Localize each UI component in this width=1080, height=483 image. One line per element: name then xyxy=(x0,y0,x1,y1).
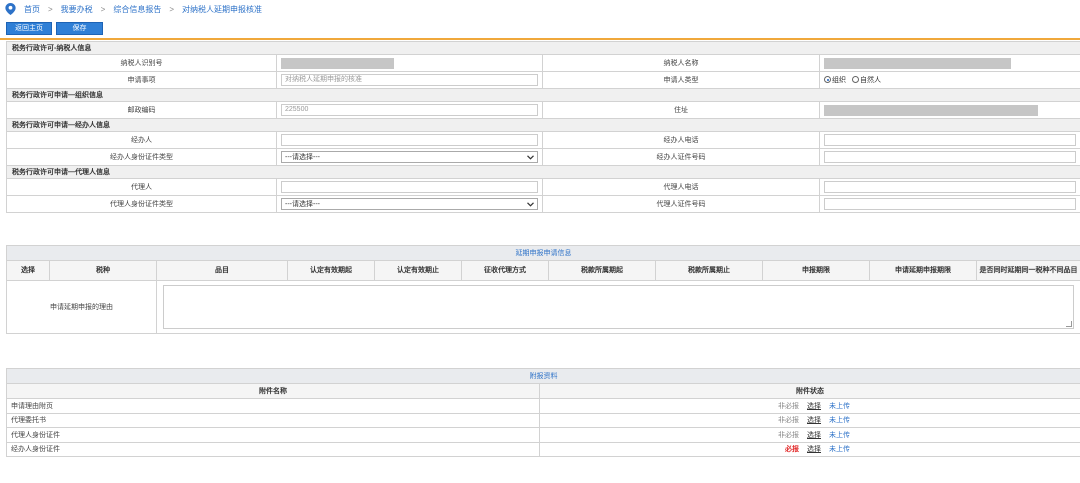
agent-label: 代理人 xyxy=(6,178,277,196)
upload-status: 未上传 xyxy=(829,431,850,439)
handler-id-type-label: 经办人身份证件类型 xyxy=(6,148,277,166)
requirement-badge: 非必报 xyxy=(778,402,799,410)
handler-phone-label: 经办人电话 xyxy=(542,131,820,149)
toolbar: 返回主页 保存 xyxy=(6,22,103,35)
handler-label: 经办人 xyxy=(6,131,277,149)
handler-id-no-input[interactable] xyxy=(824,151,1077,163)
column-header: 申请延期申报期限 xyxy=(869,260,977,281)
applicant-type-radio-org[interactable]: 组织 xyxy=(824,75,846,85)
table-row: 经办人身份证件 必报 选择 未上传 xyxy=(6,441,1080,457)
matter-label: 申请事项 xyxy=(6,71,277,89)
upload-status: 未上传 xyxy=(829,402,850,410)
choose-file-link[interactable]: 选择 xyxy=(807,446,821,453)
handler-input[interactable] xyxy=(281,134,538,146)
agent-phone-input[interactable] xyxy=(824,181,1077,193)
extension-table: 延期申报申请信息 选择 税种 品目 认定有效期起 认定有效期止 征收代理方式 税… xyxy=(5,245,1080,334)
upload-status: 未上传 xyxy=(829,417,850,425)
reason-textarea[interactable] xyxy=(163,285,1075,329)
agent-id-type-select[interactable]: ---请选择--- xyxy=(281,198,538,210)
column-header: 申报期限 xyxy=(762,260,870,281)
radio-unchecked-icon xyxy=(851,76,859,84)
applicant-type-label: 申请人类型 xyxy=(542,71,820,89)
table-row: 申请理由附页 非必报 选择 未上传 xyxy=(6,398,1080,414)
choose-file-link[interactable]: 选择 xyxy=(807,417,821,424)
agent-id-no-input[interactable] xyxy=(824,198,1077,210)
column-header: 税种 xyxy=(49,260,157,281)
choose-file-link[interactable]: 选择 xyxy=(807,403,821,410)
radio-label-person: 自然人 xyxy=(859,76,881,84)
column-header: 税款所属期止 xyxy=(655,260,763,281)
handler-id-no-label: 经办人证件号码 xyxy=(542,148,820,166)
section-title-handler: 税务行政许可申请—经办人信息 xyxy=(5,118,1080,132)
choose-file-link[interactable]: 选择 xyxy=(807,432,821,439)
handler-phone-input[interactable] xyxy=(824,134,1077,146)
section-title-taxpayer: 税务行政许可-纳税人信息 xyxy=(5,41,1080,55)
column-header: 认定有效期止 xyxy=(374,260,462,281)
breadcrumb-home[interactable]: 首页 xyxy=(24,4,40,15)
reason-label: 申请延期申报的理由 xyxy=(6,280,157,334)
postal-code-field: 225500 xyxy=(281,104,538,116)
attachment-name: 申请理由附页 xyxy=(6,398,540,414)
back-home-button[interactable]: 返回主页 xyxy=(6,22,52,35)
location-pin-icon xyxy=(5,3,16,15)
table-row: 代理委托书 非必报 选择 未上传 xyxy=(6,412,1080,428)
agent-phone-label: 代理人电话 xyxy=(542,178,820,196)
taxpayer-id-label: 纳税人识别号 xyxy=(6,54,277,72)
attachment-name: 代理委托书 xyxy=(6,412,540,428)
upload-status: 未上传 xyxy=(829,446,850,454)
handler-id-type-select[interactable]: ---请选择--- xyxy=(281,151,538,163)
breadcrumb-separator: > xyxy=(100,4,106,14)
section-title-org: 税务行政许可申请—组织信息 xyxy=(5,88,1080,102)
application-info-table: 税务行政许可-纳税人信息 纳税人识别号 纳税人名称 申请事项 对纳税人延期申报的… xyxy=(5,41,1080,213)
radio-checked-icon xyxy=(824,76,831,84)
taxpayer-id-field xyxy=(281,57,395,69)
address-label: 住址 xyxy=(542,101,820,119)
column-header: 品目 xyxy=(156,260,288,281)
column-header: 征收代理方式 xyxy=(461,260,549,281)
breadcrumb-separator: > xyxy=(169,4,175,14)
column-header: 是否同时延期同一税种不同品目 xyxy=(975,260,1080,281)
breadcrumb-separator: > xyxy=(48,4,53,14)
taxpayer-name-label: 纳税人名称 xyxy=(542,54,820,72)
matter-field: 对纳税人延期申报的核准 xyxy=(281,74,538,86)
attachment-status-header: 附件状态 xyxy=(539,383,1080,399)
table-row: 代理人身份证件 非必报 选择 未上传 xyxy=(6,427,1080,443)
agent-id-type-value: ---请选择--- xyxy=(285,201,320,208)
breadcrumb-level3[interactable]: 对纳税人延期申报核准 xyxy=(182,4,262,15)
postal-code-label: 邮政编码 xyxy=(6,101,277,119)
breadcrumb-level2[interactable]: 综合信息报告 xyxy=(113,4,161,15)
attachment-name: 经办人身份证件 xyxy=(6,441,540,457)
extension-table-title: 延期申报申请信息 xyxy=(5,245,1080,261)
header-divider xyxy=(0,38,1080,40)
chevron-down-icon xyxy=(527,154,534,160)
attachments-table: 附报资料 附件名称 附件状态 申请理由附页 非必报 选择 未上传 代理委托书 非必报… xyxy=(6,368,1080,457)
breadcrumb: 首页 > 我要办税 > 综合信息报告 > 对纳税人延期申报核准 xyxy=(5,2,262,16)
breadcrumb-level1[interactable]: 我要办税 xyxy=(61,4,93,15)
chevron-down-icon xyxy=(527,201,534,207)
agent-id-no-label: 代理人证件号码 xyxy=(542,195,820,213)
applicant-type-radio-person[interactable]: 自然人 xyxy=(851,75,881,85)
address-field xyxy=(824,104,1039,116)
requirement-badge: 非必报 xyxy=(778,417,799,425)
attachments-title: 附报资料 xyxy=(6,368,1080,384)
taxpayer-name-field xyxy=(824,57,1011,69)
attachment-name-header: 附件名称 xyxy=(6,383,540,399)
requirement-badge: 必报 xyxy=(785,446,799,454)
column-header: 税款所属期起 xyxy=(548,260,656,281)
attachment-name: 代理人身份证件 xyxy=(6,427,540,443)
agent-id-type-label: 代理人身份证件类型 xyxy=(6,195,277,213)
radio-label-org: 组织 xyxy=(832,76,846,84)
requirement-badge: 非必报 xyxy=(778,431,799,439)
column-header: 认定有效期起 xyxy=(287,260,375,281)
agent-input[interactable] xyxy=(281,181,538,193)
applicant-type-group: 组织 自然人 xyxy=(818,71,1080,89)
column-header: 选择 xyxy=(6,260,50,281)
section-title-agent: 税务行政许可申请—代理人信息 xyxy=(5,165,1080,179)
handler-id-type-value: ---请选择--- xyxy=(285,154,320,161)
save-button[interactable]: 保存 xyxy=(56,22,103,35)
